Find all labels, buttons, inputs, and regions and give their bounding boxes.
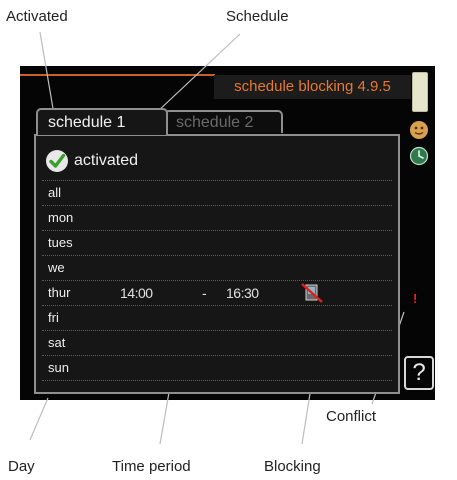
day-label: thur xyxy=(48,285,71,300)
time-end: 16:30 xyxy=(226,285,259,301)
day-row-sun[interactable]: sun xyxy=(42,355,392,381)
tab-schedule-1[interactable]: schedule 1 xyxy=(36,108,168,135)
day-row-thur[interactable]: thur 14:00 - 16:30 xyxy=(42,280,392,305)
day-label: mon xyxy=(48,210,74,225)
check-icon xyxy=(46,150,68,172)
day-label: tues xyxy=(48,235,73,250)
day-label: sun xyxy=(48,360,69,375)
time-separator: - xyxy=(202,285,207,301)
activated-label: activated xyxy=(74,152,139,169)
conflict-icon: ! xyxy=(413,291,418,306)
day-label: fri xyxy=(48,310,59,325)
day-label: all xyxy=(48,185,62,200)
schedule-panel: activated all mon tues we thur 14:00 - 1… xyxy=(34,134,400,394)
day-row-fri[interactable]: fri xyxy=(42,305,392,330)
day-row-we[interactable]: we xyxy=(42,255,392,280)
day-row-sat[interactable]: sat xyxy=(42,330,392,355)
day-row-tues[interactable]: tues xyxy=(42,230,392,255)
day-list: all mon tues we thur 14:00 - 16:30 fri s… xyxy=(42,180,392,381)
activated-toggle[interactable]: activated xyxy=(46,148,138,174)
day-label: sat xyxy=(48,335,66,350)
day-label: we xyxy=(48,260,65,275)
day-row-mon[interactable]: mon xyxy=(42,205,392,230)
time-start: 14:00 xyxy=(120,285,153,301)
day-row-all[interactable]: all xyxy=(42,180,392,205)
blocking-icon xyxy=(301,283,323,303)
